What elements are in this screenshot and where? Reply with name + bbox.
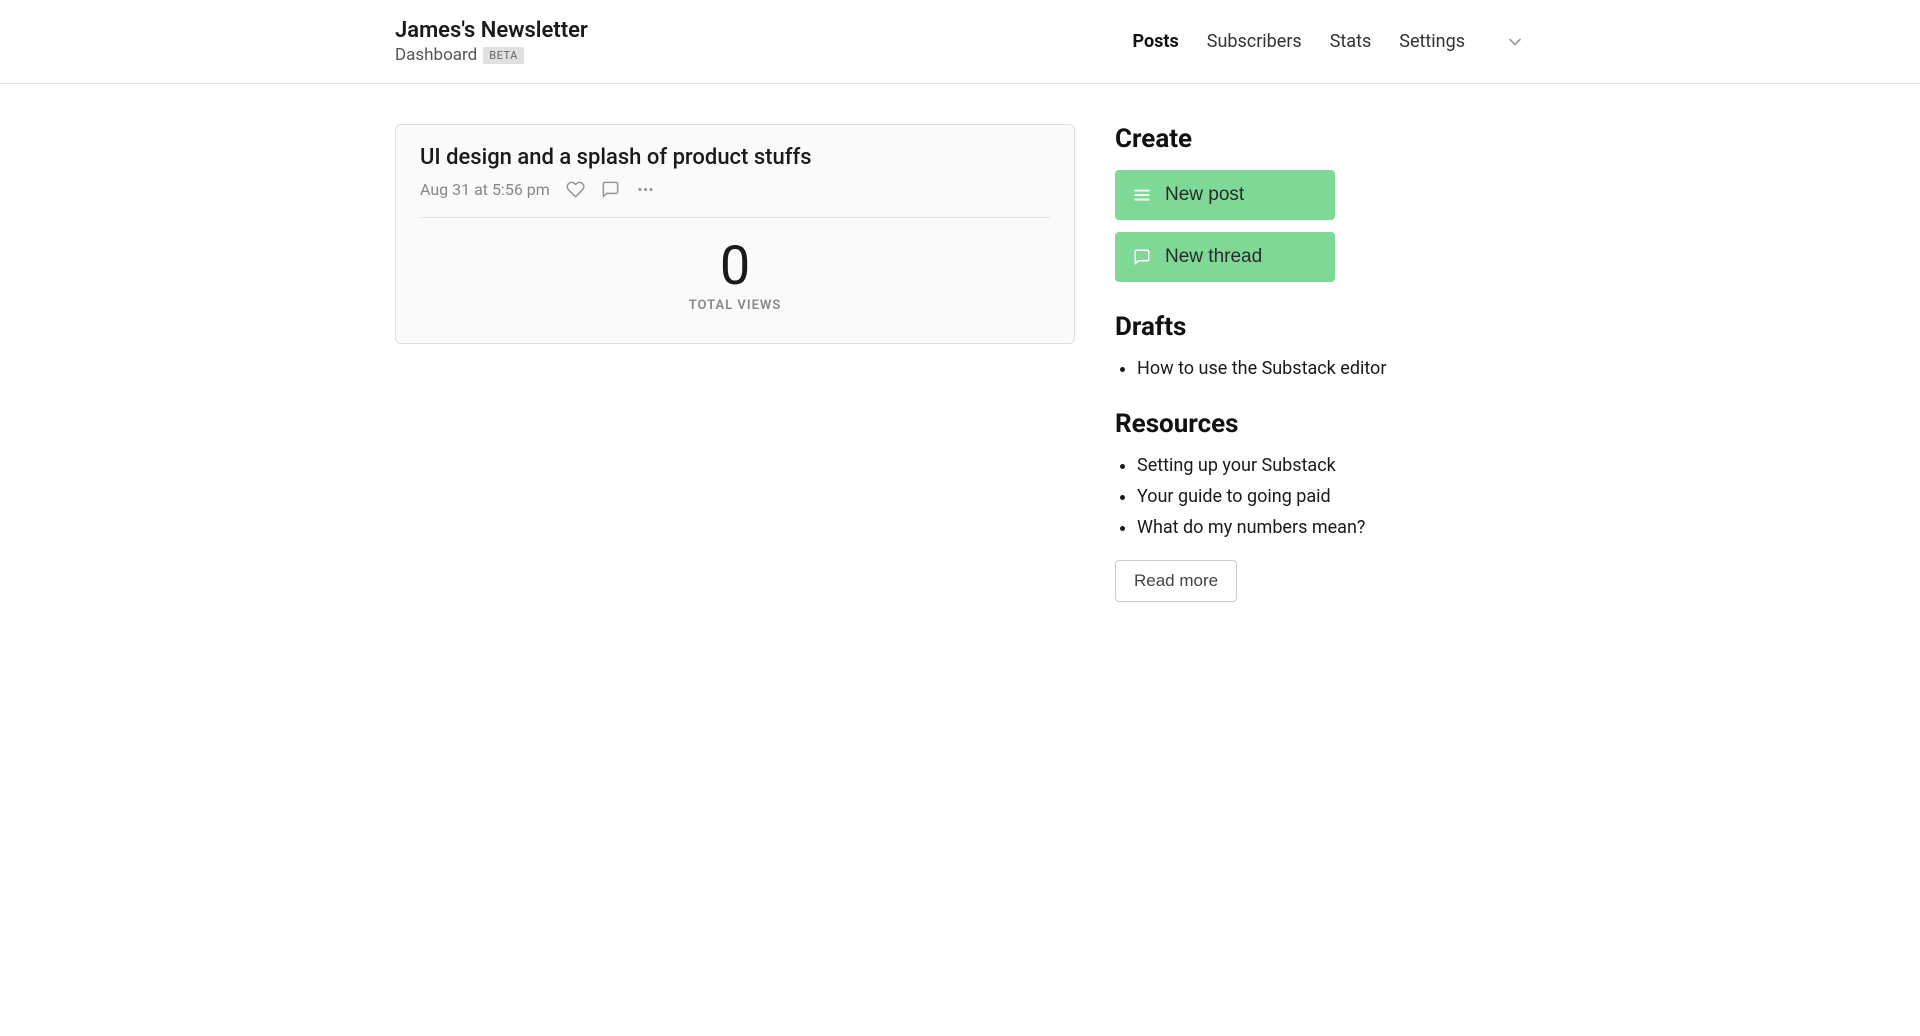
resource-item[interactable]: What do my numbers mean? bbox=[1137, 517, 1475, 538]
resource-item[interactable]: Your guide to going paid bbox=[1137, 486, 1475, 507]
header-left: James's Newsletter Dashboard BETA bbox=[395, 18, 588, 65]
nav-subscribers[interactable]: Subscribers bbox=[1207, 31, 1302, 52]
stats-block: 0 TOTAL VIEWS bbox=[420, 218, 1050, 313]
dashboard-line: Dashboard BETA bbox=[395, 45, 588, 65]
stats-label: TOTAL VIEWS bbox=[420, 298, 1050, 313]
resources-section: Resources Setting up your Substack Your … bbox=[1115, 409, 1475, 602]
post-card: UI design and a splash of product stuffs… bbox=[395, 124, 1075, 344]
draft-item[interactable]: How to use the Substack editor bbox=[1137, 358, 1475, 379]
stats-number: 0 bbox=[420, 240, 1050, 294]
new-post-button[interactable]: New post bbox=[1115, 170, 1335, 220]
header: James's Newsletter Dashboard BETA Posts … bbox=[0, 0, 1920, 84]
post-lines-icon bbox=[1133, 186, 1151, 204]
chevron-down-icon[interactable] bbox=[1505, 32, 1525, 52]
header-nav: Posts Subscribers Stats Settings bbox=[1133, 31, 1525, 52]
create-heading: Create bbox=[1115, 124, 1475, 154]
newsletter-title: James's Newsletter bbox=[395, 18, 588, 43]
resources-list: Setting up your Substack Your guide to g… bbox=[1115, 455, 1475, 538]
nav-posts[interactable]: Posts bbox=[1133, 31, 1179, 52]
drafts-list: How to use the Substack editor bbox=[1115, 358, 1475, 379]
nav-settings[interactable]: Settings bbox=[1399, 31, 1465, 52]
heart-icon[interactable] bbox=[566, 180, 585, 199]
new-thread-label: New thread bbox=[1165, 246, 1262, 268]
main: UI design and a splash of product stuffs… bbox=[395, 124, 1075, 344]
post-meta: Aug 31 at 5:56 pm bbox=[420, 180, 1050, 218]
new-thread-button[interactable]: New thread bbox=[1115, 232, 1335, 282]
post-date: Aug 31 at 5:56 pm bbox=[420, 180, 550, 199]
nav-stats[interactable]: Stats bbox=[1330, 31, 1372, 52]
thread-chat-icon bbox=[1133, 248, 1151, 266]
drafts-heading: Drafts bbox=[1115, 312, 1475, 342]
comment-icon[interactable] bbox=[601, 180, 620, 199]
new-post-label: New post bbox=[1165, 184, 1244, 206]
container: UI design and a splash of product stuffs… bbox=[375, 84, 1545, 672]
more-icon[interactable] bbox=[636, 180, 655, 199]
create-section: Create New post New thread bbox=[1115, 124, 1475, 282]
resource-item[interactable]: Setting up your Substack bbox=[1137, 455, 1475, 476]
read-more-button[interactable]: Read more bbox=[1115, 560, 1237, 602]
post-title[interactable]: UI design and a splash of product stuffs bbox=[420, 145, 1050, 170]
resources-heading: Resources bbox=[1115, 409, 1475, 439]
header-inner: James's Newsletter Dashboard BETA Posts … bbox=[375, 18, 1545, 65]
sidebar: Create New post New thread Drafts How to… bbox=[1115, 124, 1475, 632]
beta-badge: BETA bbox=[483, 47, 524, 64]
dashboard-label: Dashboard bbox=[395, 45, 477, 65]
drafts-section: Drafts How to use the Substack editor bbox=[1115, 312, 1475, 379]
